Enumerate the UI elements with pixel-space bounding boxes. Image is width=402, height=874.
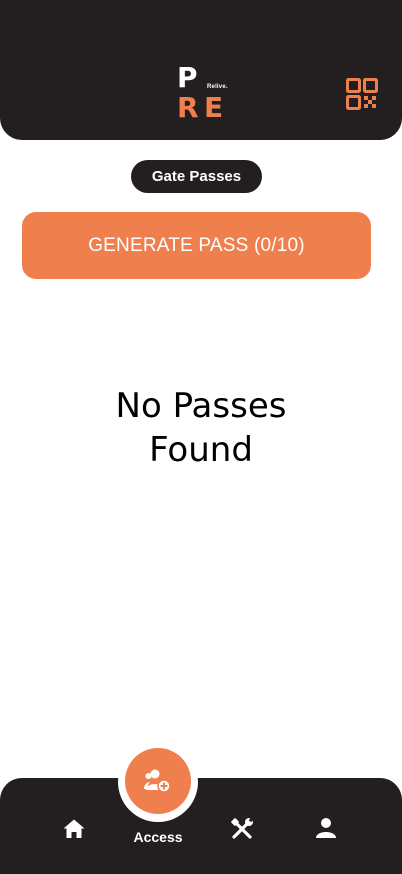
logo-letter-r: R — [177, 91, 199, 124]
empty-state-line2: Found — [149, 430, 253, 470]
empty-state-message: No Passes Found — [0, 384, 402, 472]
logo-tagline: Relive. — [207, 84, 228, 90]
tools-icon[interactable] — [229, 816, 255, 842]
app-logo: P Relive. R E — [175, 64, 235, 124]
profile-icon[interactable] — [314, 816, 338, 840]
access-nav-button[interactable] — [125, 748, 191, 814]
generate-pass-button[interactable]: GENERATE PASS (0/10) — [22, 212, 371, 279]
home-icon[interactable] — [62, 817, 86, 841]
logo-letter-e: E — [204, 91, 224, 124]
section-title-pill: Gate Passes — [131, 160, 262, 193]
logo-letter-p: P — [177, 61, 198, 94]
qr-code-icon[interactable] — [346, 78, 378, 110]
nav-label-access[interactable]: Access — [118, 829, 198, 845]
app-header: P Relive. R E — [0, 0, 402, 140]
empty-state-line1: No Passes — [115, 386, 287, 426]
add-users-icon — [144, 769, 171, 793]
bottom-nav — [0, 778, 402, 874]
